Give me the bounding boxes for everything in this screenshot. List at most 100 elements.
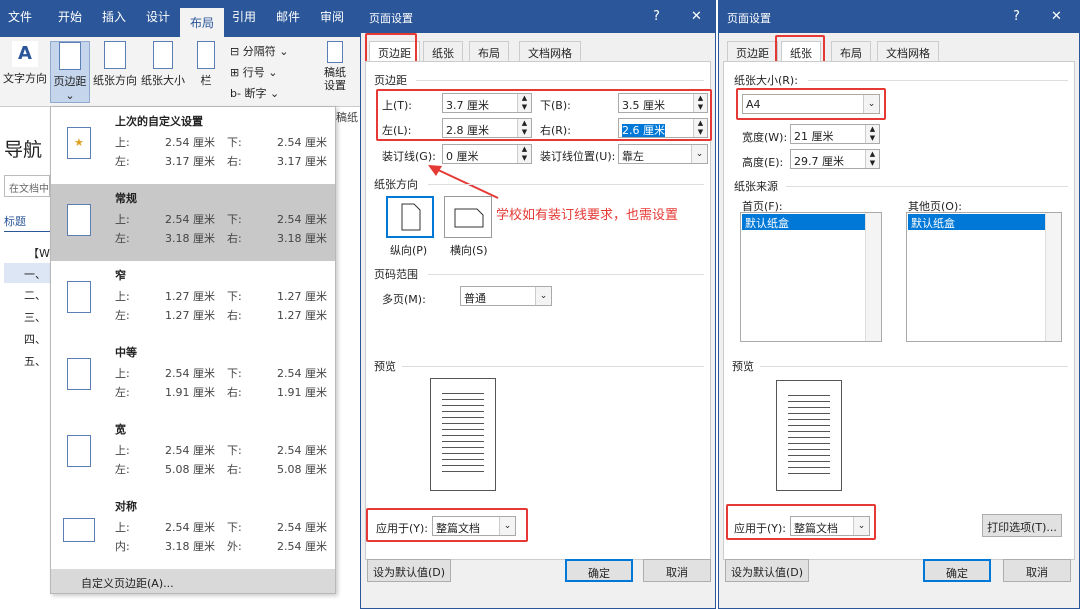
chevron-down-icon: ⌄ (691, 145, 707, 163)
breaks-icon: ⊟ (230, 45, 243, 58)
scrollbar[interactable] (865, 213, 881, 341)
gutter-position-select[interactable]: 靠左 ⌄ (618, 144, 708, 164)
dialog-title: 页面设置 (361, 1, 715, 33)
set-default-button[interactable]: 设为默认值(D) (725, 559, 809, 582)
first-page-list[interactable]: 默认纸盒 (740, 212, 882, 342)
help-icon[interactable]: ? (653, 9, 660, 24)
tab-paper[interactable]: 纸张 (423, 41, 463, 62)
breaks-button[interactable]: ⊟ 分隔符 ⌄ (230, 43, 288, 59)
navigation-pane: 导航 在文档中 标题 【Wo 一、 二、 三、 四、 五、 (0, 107, 56, 609)
hyphenation-icon: b‐ (230, 87, 245, 100)
portrait-icon (401, 203, 421, 231)
margin-preset-thumb (67, 358, 91, 390)
nav-item[interactable]: 一、 (4, 263, 50, 283)
highlight-box (726, 504, 876, 540)
help-icon[interactable]: ? (1013, 9, 1020, 24)
spinner-arrows[interactable]: ▲ ▼ (517, 145, 531, 163)
margins-dropdown: ★ 上次的自定义设置 上: 2.54 厘米 下: 2.54 厘米 左: 3.17… (50, 106, 336, 594)
list-item[interactable]: 默认纸盒 (742, 214, 865, 230)
tab-file[interactable]: 文件 (8, 8, 32, 25)
nav-search-input[interactable]: 在文档中 (4, 175, 50, 197)
paper-size-label: 纸张大小(R): (734, 74, 798, 87)
margin-preset-thumb: ★ (67, 127, 91, 159)
gutter-input[interactable]: 0 厘米 ▲ ▼ (442, 144, 532, 164)
margin-preset-normal[interactable]: 常规 上: 2.54 厘米 下: 2.54 厘米 左: 3.18 厘米 右: 3… (51, 184, 335, 261)
tab-doc-grid[interactable]: 文档网格 (877, 41, 939, 62)
list-item[interactable]: 默认纸盒 (908, 214, 1045, 230)
margin-preset-moderate[interactable]: 中等 上: 2.54 厘米 下: 2.54 厘米 左: 1.91 厘米 右: 1… (51, 338, 335, 415)
group-divider (416, 80, 704, 81)
nav-item[interactable]: 二、 (24, 287, 46, 303)
tab-design[interactable]: 设计 (146, 8, 170, 25)
custom-margins-item[interactable]: 自定义页边距(A)... (51, 569, 335, 593)
tab-review[interactable]: 审阅 (320, 8, 344, 25)
tab-insert[interactable]: 插入 (102, 8, 126, 25)
group-divider (786, 186, 1068, 187)
text-direction-icon: A (12, 41, 38, 67)
line-numbers-icon: ⊞ (230, 66, 243, 79)
margin-preset-narrow[interactable]: 窄 上: 1.27 厘米 下: 1.27 厘米 左: 1.27 厘米 右: 1.… (51, 261, 335, 338)
orientation-button[interactable]: 纸张方向 (92, 41, 138, 88)
width-input[interactable]: 21 厘米 ▲ ▼ (790, 124, 880, 144)
landscape-label: 横向(S) (450, 244, 488, 257)
height-label: 高度(E): (742, 156, 784, 169)
preview-group-label: 预览 (374, 360, 396, 373)
page-setup-dialog-margins: 页面设置 ? ✕ 页边距 纸张 布局 文档网格 页边距 上(T): 3.7 厘米… (360, 0, 716, 609)
nav-item[interactable]: 四、 (24, 331, 46, 347)
set-default-button[interactable]: 设为默认值(D) (367, 559, 451, 582)
nav-headings-tab[interactable]: 标题 (4, 213, 26, 229)
columns-button[interactable]: 栏 (194, 41, 218, 88)
margin-preset-last-custom[interactable]: ★ 上次的自定义设置 上: 2.54 厘米 下: 2.54 厘米 左: 3.17… (51, 107, 335, 184)
nav-item[interactable]: 三、 (24, 309, 46, 325)
cancel-button[interactable]: 取消 (643, 559, 711, 582)
print-options-button[interactable]: 打印选项(T)... (982, 514, 1062, 537)
draft-paper-icon (327, 41, 343, 63)
close-icon[interactable]: ✕ (691, 9, 702, 24)
dialog-pane: 页边距 上(T): 3.7 厘米 ▲ ▼ 下(B): 3.5 厘米 ▲ ▼ 左(L): … (365, 61, 712, 560)
columns-icon (197, 41, 215, 69)
other-pages-list[interactable]: 默认纸盒 (906, 212, 1062, 342)
hyphenation-button[interactable]: b‐ 断字 ⌄ (230, 85, 279, 101)
star-icon: ★ (74, 136, 84, 149)
tab-layout[interactable]: 布局 (180, 8, 225, 37)
gutter-position-label: 装订线位置(U): (540, 150, 616, 163)
spinner-arrows[interactable]: ▲ ▼ (865, 125, 879, 143)
size-button[interactable]: 纸张大小 (140, 41, 186, 88)
landscape-icon (454, 208, 484, 228)
landscape-button[interactable] (444, 196, 492, 238)
tab-margins[interactable]: 页边距 (727, 41, 778, 62)
page-preview (430, 378, 496, 491)
margin-preset-mirrored[interactable]: 对称 上: 2.54 厘米 下: 2.54 厘米 内: 3.18 厘米 外: 2… (51, 492, 335, 569)
line-numbers-button[interactable]: ⊞ 行号 ⌄ (230, 64, 277, 80)
tab-layout[interactable]: 布局 (831, 41, 871, 62)
margin-preset-wide[interactable]: 宽 上: 2.54 厘米 下: 2.54 厘米 左: 5.08 厘米 右: 5.… (51, 415, 335, 492)
tab-layout[interactable]: 布局 (469, 41, 509, 62)
orientation-icon (104, 41, 126, 69)
close-icon[interactable]: ✕ (1051, 9, 1062, 24)
draft-paper-button[interactable]: 稿纸 设置 (318, 41, 352, 92)
nav-item[interactable]: 五、 (24, 353, 46, 369)
paper-source-label: 纸张来源 (734, 180, 778, 193)
tab-mailings[interactable]: 邮件 (276, 8, 300, 25)
tab-home[interactable]: 开始 (58, 8, 82, 25)
cancel-button[interactable]: 取消 (1003, 559, 1071, 582)
margins-button[interactable]: 页边距 ⌄ (50, 41, 90, 103)
margins-group-label: 页边距 (374, 74, 407, 87)
nav-title: 导航 (4, 139, 43, 161)
nav-tab-underline (4, 231, 50, 232)
scrollbar[interactable] (1045, 213, 1061, 341)
height-input[interactable]: 29.7 厘米 ▲ ▼ (790, 149, 880, 169)
page-setup-dialog-paper: 页面设置 ? ✕ 页边距 纸张 布局 文档网格 纸张大小(R): A4 ⌄ 宽度(… (718, 0, 1080, 609)
multiple-pages-select[interactable]: 普通 ⌄ (460, 286, 552, 306)
spinner-arrows[interactable]: ▲ ▼ (865, 150, 879, 168)
ok-button[interactable]: 确定 (923, 559, 991, 582)
word-window: 文件 开始 插入 设计 布局 引用 邮件 审阅 A 文字方向 页边距 ⌄ 纸张方向… (0, 0, 392, 609)
group-divider (808, 80, 1068, 81)
portrait-button[interactable] (386, 196, 434, 238)
text-direction-button[interactable]: A 文字方向 (2, 41, 48, 86)
dialog-title: 页面设置 (719, 1, 1079, 33)
margin-preset-thumb (67, 204, 91, 236)
tab-doc-grid[interactable]: 文档网格 (519, 41, 581, 62)
ok-button[interactable]: 确定 (565, 559, 633, 582)
tab-references[interactable]: 引用 (232, 8, 256, 25)
